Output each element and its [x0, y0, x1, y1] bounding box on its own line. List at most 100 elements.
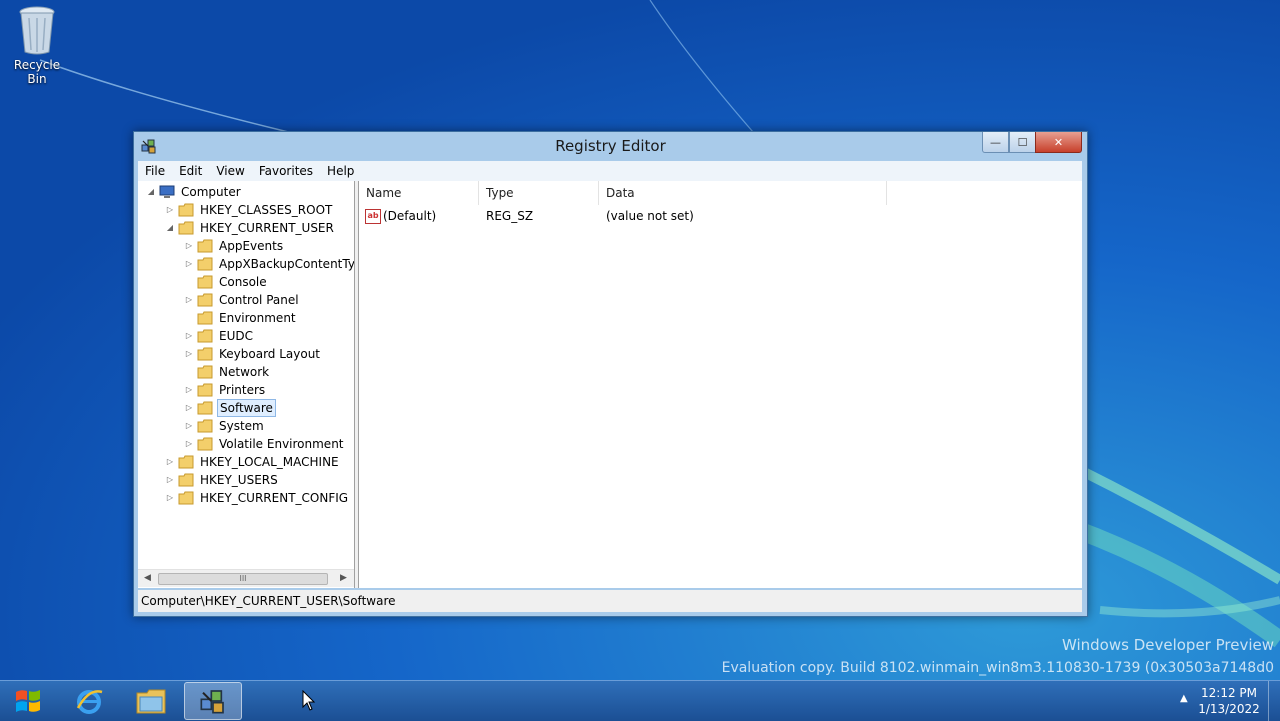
status-path: Computer\HKEY_CURRENT_USER\Software — [141, 594, 396, 608]
value-data: (value not set) — [606, 209, 694, 223]
status-bar: Computer\HKEY_CURRENT_USER\Software — [138, 590, 1082, 612]
tree-item-appevents[interactable]: ▷ AppEvents — [184, 237, 285, 255]
collapse-arrow-icon[interactable]: ◢ — [165, 219, 175, 237]
show-hidden-icons-icon[interactable]: ▲ — [1180, 693, 1188, 704]
tree-item-environment[interactable]: Environment — [184, 309, 298, 327]
tree-item-hkcr[interactable]: ▷ HKEY_CLASSES_ROOT — [165, 201, 334, 219]
close-icon: ✕ — [1053, 135, 1064, 149]
folder-icon — [197, 275, 213, 289]
expand-arrow-icon[interactable]: ▷ — [184, 399, 194, 417]
start-button[interactable] — [6, 683, 50, 719]
expand-arrow-icon[interactable]: ▷ — [184, 327, 194, 345]
scroll-grip-icon: III — [239, 574, 247, 583]
string-value-icon: ab — [365, 209, 381, 224]
windows-logo-icon — [16, 690, 40, 712]
expand-arrow-icon[interactable]: ▷ — [184, 255, 194, 273]
column-header-data[interactable]: Data — [599, 181, 887, 205]
tree-item-console[interactable]: Console — [184, 273, 269, 291]
taskbar-clock[interactable]: 12:12 PM 1/13/2022 — [1196, 685, 1262, 717]
column-header-name[interactable]: Name — [359, 181, 479, 205]
registry-editor-window: Registry Editor — ☐ ✕ File Edit View Fav… — [133, 131, 1088, 617]
values-list: Name Type Data ab (Default) REG_SZ (valu… — [359, 181, 1082, 588]
tree-label: HKEY_USERS — [200, 473, 278, 487]
tree-label: Environment — [219, 311, 296, 325]
tree-item-printers[interactable]: ▷ Printers — [184, 381, 267, 399]
tree-item-keyboard-layout[interactable]: ▷ Keyboard Layout — [184, 345, 322, 363]
folder-icon — [197, 293, 213, 307]
expand-arrow-icon[interactable]: ▷ — [184, 381, 194, 399]
folder-icon — [197, 329, 213, 343]
tree-item-software[interactable]: ▷ Software — [184, 399, 276, 417]
expand-arrow-icon[interactable]: ▷ — [165, 471, 175, 489]
expand-arrow-icon[interactable]: ▷ — [165, 489, 175, 507]
tree-item-control-panel[interactable]: ▷ Control Panel — [184, 291, 301, 309]
tree-label: Volatile Environment — [219, 437, 344, 451]
tree-item-system[interactable]: ▷ System — [184, 417, 266, 435]
tree-item-network[interactable]: Network — [184, 363, 271, 381]
scroll-thumb[interactable]: III — [158, 573, 328, 585]
tree-label: Control Panel — [219, 293, 299, 307]
tree-horizontal-scrollbar[interactable]: ◀ III ▶ — [138, 569, 354, 587]
list-row[interactable]: ab (Default) REG_SZ (value not set) — [359, 205, 1082, 227]
tree-label: System — [219, 419, 264, 433]
recycle-bin-shortcut[interactable]: Recycle Bin — [4, 6, 70, 86]
menu-view[interactable]: View — [209, 164, 251, 178]
tree-item-hku[interactable]: ▷ HKEY_USERS — [165, 471, 280, 489]
expand-arrow-icon[interactable]: ▷ — [165, 453, 175, 471]
title-bar[interactable]: Registry Editor — ☐ ✕ — [134, 132, 1087, 160]
expand-arrow-icon[interactable]: ▷ — [165, 201, 175, 219]
folder-icon — [197, 419, 213, 433]
tree-label: HKEY_CURRENT_USER — [200, 221, 334, 235]
expand-arrow-icon[interactable]: ▷ — [184, 237, 194, 255]
mouse-cursor-icon — [302, 690, 316, 711]
tree-item-hkcu[interactable]: ◢ HKEY_CURRENT_USER — [165, 219, 336, 237]
clock-date: 1/13/2022 — [1198, 702, 1260, 716]
folder-icon — [178, 473, 194, 487]
folder-icon — [197, 311, 213, 325]
menu-favorites[interactable]: Favorites — [252, 164, 320, 178]
menu-help[interactable]: Help — [320, 164, 361, 178]
tree-item-eudc[interactable]: ▷ EUDC — [184, 327, 255, 345]
taskbar-file-explorer[interactable] — [122, 682, 180, 720]
computer-icon — [159, 185, 175, 198]
expand-arrow-icon[interactable]: ▷ — [184, 417, 194, 435]
folder-icon — [197, 239, 213, 253]
show-desktop-button[interactable] — [1268, 681, 1280, 721]
menu-file[interactable]: File — [138, 164, 172, 178]
tree-item-hklm[interactable]: ▷ HKEY_LOCAL_MACHINE — [165, 453, 341, 471]
folder-icon — [197, 365, 213, 379]
folder-icon — [197, 437, 213, 451]
tree-item-volatile-environment[interactable]: ▷ Volatile Environment — [184, 435, 346, 453]
recycle-bin-icon — [19, 6, 55, 55]
menu-edit[interactable]: Edit — [172, 164, 209, 178]
maximize-button[interactable]: ☐ — [1009, 132, 1036, 153]
tree-label: HKEY_LOCAL_MACHINE — [200, 455, 339, 469]
folder-icon — [197, 347, 213, 361]
client-area: ◢ Computer ▷ HKEY_CLASSES_ROOT ◢ HKEY_CU… — [138, 181, 1082, 588]
column-header-type[interactable]: Type — [479, 181, 599, 205]
close-button[interactable]: ✕ — [1035, 132, 1082, 153]
taskbar-registry-editor[interactable] — [184, 682, 242, 720]
folder-icon — [197, 257, 213, 271]
minimize-button[interactable]: — — [982, 132, 1009, 153]
folder-icon — [197, 401, 213, 415]
folder-open-icon — [178, 221, 194, 235]
window-title: Registry Editor — [555, 137, 666, 155]
registry-editor-icon — [200, 690, 224, 714]
taskbar-internet-explorer[interactable] — [60, 682, 118, 720]
expand-arrow-icon[interactable]: ▷ — [184, 435, 194, 453]
expand-arrow-icon[interactable]: ▷ — [184, 345, 194, 363]
value-name: (Default) — [383, 209, 437, 223]
expand-arrow-icon[interactable]: ▷ — [184, 291, 194, 309]
tree-item-computer[interactable]: ◢ Computer — [146, 183, 243, 201]
folder-icon — [178, 455, 194, 469]
collapse-arrow-icon[interactable]: ◢ — [146, 183, 156, 201]
tree-item-hkcc[interactable]: ▷ HKEY_CURRENT_CONFIG — [165, 489, 350, 507]
tree-item-appxbackup[interactable]: ▷ AppXBackupContentTyp — [184, 255, 354, 273]
tree-label: AppEvents — [219, 239, 284, 253]
registry-tree: ◢ Computer ▷ HKEY_CLASSES_ROOT ◢ HKEY_CU… — [138, 181, 355, 588]
scroll-right-icon[interactable]: ▶ — [340, 573, 347, 583]
internet-explorer-icon — [76, 690, 103, 714]
scroll-left-icon[interactable]: ◀ — [144, 573, 151, 583]
watermark-edition: Windows Developer Preview — [1061, 636, 1274, 654]
